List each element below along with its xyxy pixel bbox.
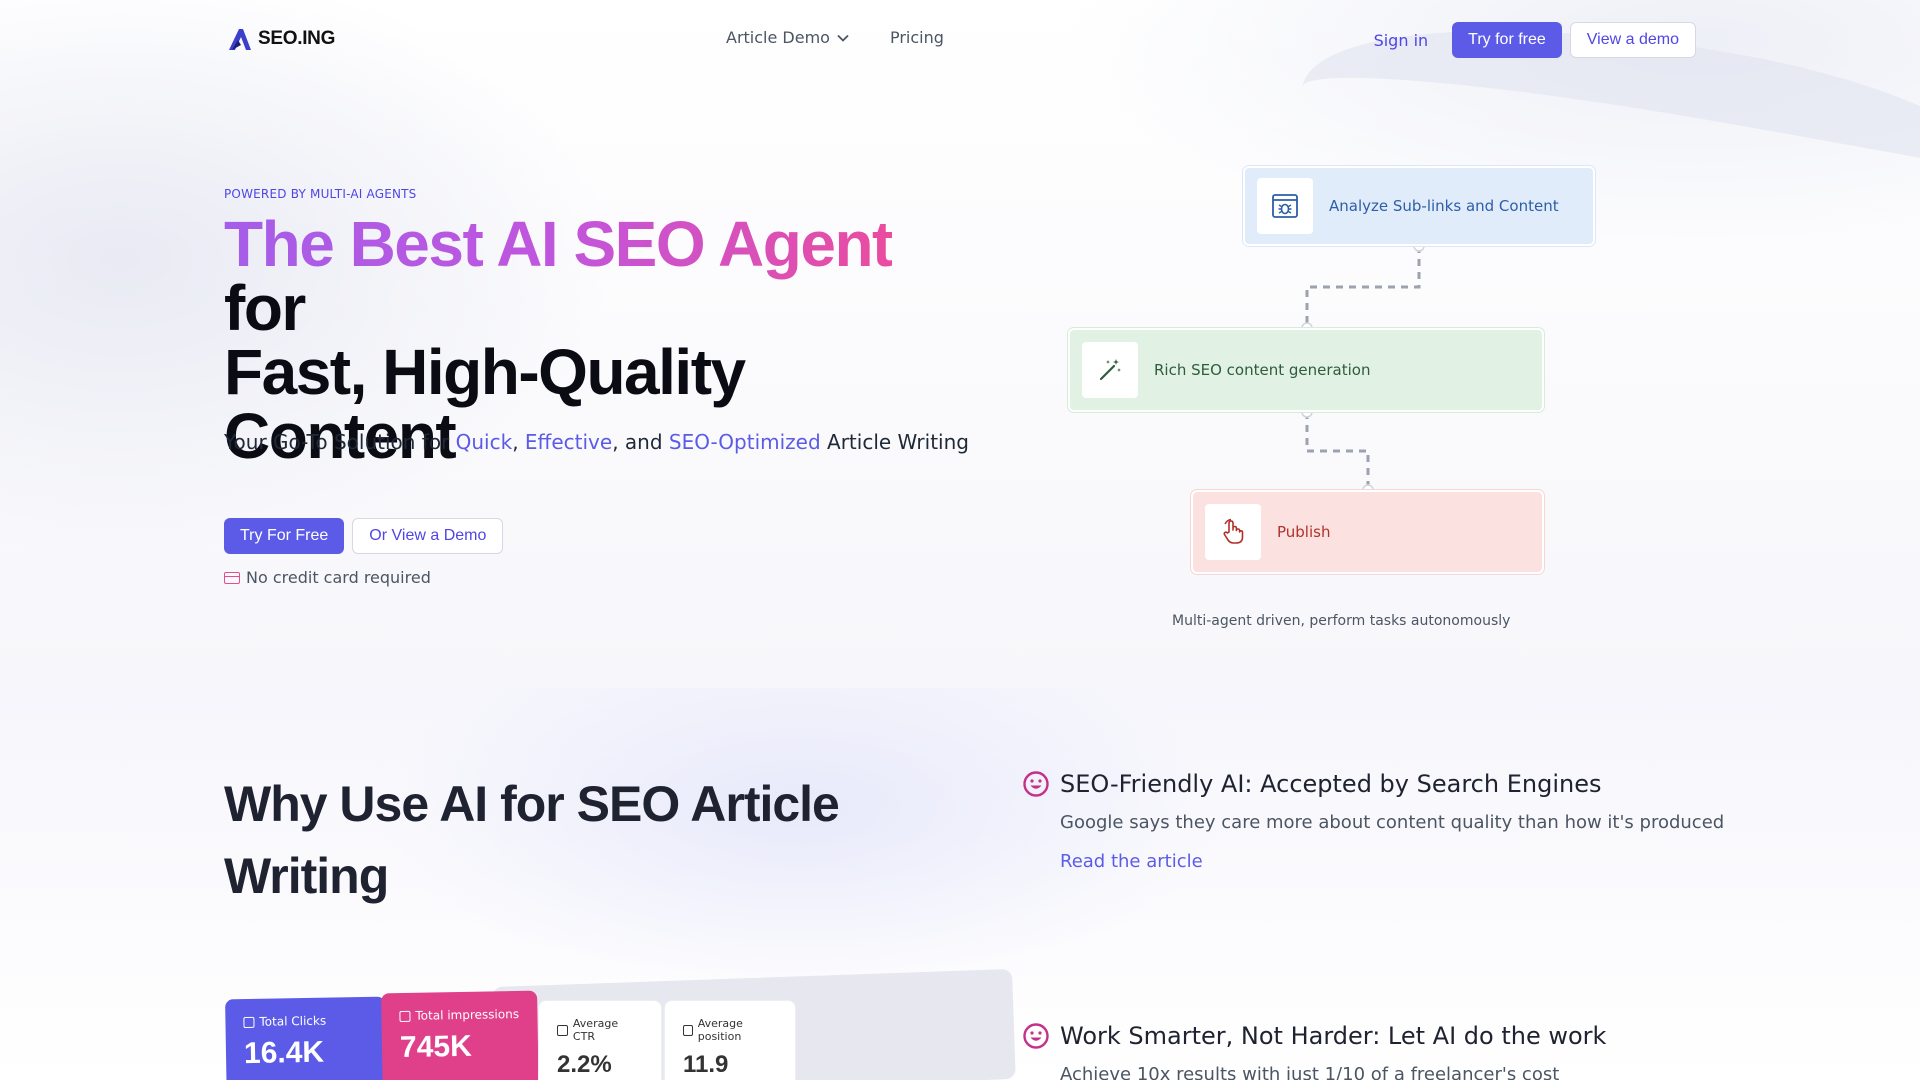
nav-pricing-label: Pricing bbox=[889, 28, 944, 47]
sub-suffix: Article Writing bbox=[820, 430, 969, 454]
try-for-free-button[interactable]: Try for free bbox=[1452, 22, 1562, 58]
sign-in-link[interactable]: Sign in bbox=[1374, 31, 1429, 50]
metrics-preview: Total Clicks 16.4K Total impressions 745… bbox=[225, 968, 1016, 1080]
flow-step-generate: Rich SEO content generation bbox=[1068, 328, 1544, 412]
feature-2-title: Work Smarter, Not Harder: Let AI do the … bbox=[1060, 1022, 1607, 1050]
flow-caption: Multi-agent driven, perform tasks autono… bbox=[1172, 613, 1511, 629]
hero-subheadline: Your Go-To Solution for Quick, Effective… bbox=[224, 430, 969, 454]
feature-1-desc: Google says they care more about content… bbox=[1060, 812, 1725, 833]
sub-quick: Quick bbox=[455, 430, 513, 454]
feature-1-heading: SEO-Friendly AI: Accepted by Search Engi… bbox=[1022, 770, 1782, 798]
sub-sep1: , bbox=[512, 430, 525, 454]
metric-value: 11.9 bbox=[683, 1051, 729, 1078]
read-article-link[interactable]: Read the article bbox=[1060, 851, 1782, 872]
browser-bug-icon bbox=[1257, 178, 1313, 234]
no-credit-card-note: No credit card required bbox=[224, 568, 431, 587]
metric-label: Total impressions bbox=[399, 1007, 519, 1023]
headline-text-1: for bbox=[224, 272, 306, 344]
metric-label: Average position bbox=[683, 1017, 777, 1043]
credit-card-icon bbox=[224, 571, 240, 584]
metric-label-text: Total impressions bbox=[415, 1006, 520, 1023]
flow-step-analyze: Analyze Sub-links and Content bbox=[1243, 166, 1595, 246]
metric-total-impressions: Total impressions 745K bbox=[381, 990, 539, 1080]
agent-flow-diagram: Analyze Sub-links and Content Rich SEO c… bbox=[1060, 160, 1620, 640]
metric-value: 2.2% bbox=[557, 1051, 612, 1078]
nav-links: Article Demo Pricing bbox=[726, 28, 944, 47]
nav-actions: Sign in Try for free View a demo bbox=[1374, 22, 1696, 58]
view-demo-button[interactable]: View a demo bbox=[1569, 22, 1696, 58]
flow-step-generate-label: Rich SEO content generation bbox=[1154, 361, 1371, 379]
logo-text: SEO.ING bbox=[258, 28, 336, 49]
feature-2-desc: Achieve 10x results with just 1/10 of a … bbox=[1060, 1064, 1560, 1080]
sub-prefix: Your Go-To Solution for bbox=[224, 430, 456, 454]
metric-label: Average CTR bbox=[557, 1017, 643, 1043]
logo-icon bbox=[229, 29, 251, 50]
feature-1-title: SEO-Friendly AI: Accepted by Search Engi… bbox=[1060, 770, 1602, 798]
flow-step-analyze-label: Analyze Sub-links and Content bbox=[1329, 197, 1559, 215]
metric-value: 16.4K bbox=[243, 1035, 325, 1071]
metric-average-ctr: Average CTR 2.2% bbox=[538, 1000, 662, 1080]
metric-label-text: Average CTR bbox=[572, 1017, 619, 1043]
metric-label-text: Total Clicks bbox=[259, 1013, 327, 1029]
headline-text-2: Fast, High-Quality bbox=[224, 336, 746, 408]
checkbox-icon bbox=[557, 1024, 568, 1036]
hero-try-free-button[interactable]: Try For Free bbox=[224, 518, 345, 554]
sub-sep2: , and bbox=[612, 430, 669, 454]
checkbox-icon bbox=[399, 1010, 411, 1022]
checkbox-icon bbox=[683, 1024, 693, 1036]
hero-cta-group: Try For Free Or View a Demo bbox=[224, 518, 504, 554]
flow-step-publish-label: Publish bbox=[1277, 523, 1331, 541]
feature-2-heading: Work Smarter, Not Harder: Let AI do the … bbox=[1022, 1022, 1782, 1050]
logo[interactable]: SEO.ING bbox=[226, 26, 335, 52]
sub-seo-optimized: SEO-Optimized bbox=[668, 430, 821, 454]
metric-value: 745K bbox=[399, 1029, 472, 1065]
hero-eyebrow: POWERED BY MULTI-AI AGENTS bbox=[224, 187, 417, 201]
why-section-title: Why Use AI for SEO Article Writing bbox=[224, 776, 840, 904]
top-nav: SEO.ING Article Demo Pricing Sign in Try… bbox=[0, 0, 1920, 80]
no-credit-card-text: No credit card required bbox=[246, 568, 431, 587]
feature-work-smarter: Work Smarter, Not Harder: Let AI do the … bbox=[1022, 1022, 1782, 1080]
nav-pricing[interactable]: Pricing bbox=[890, 28, 944, 47]
nav-article-demo[interactable]: Article Demo bbox=[726, 28, 850, 47]
metric-total-clicks: Total Clicks 16.4K bbox=[225, 996, 387, 1080]
headline-gradient-text: The Best AI SEO Agent bbox=[224, 208, 893, 280]
metric-average-position: Average position 11.9 bbox=[664, 1000, 796, 1080]
smile-icon bbox=[1023, 771, 1049, 797]
sub-effective: Effective bbox=[524, 430, 613, 454]
checkbox-icon bbox=[243, 1016, 255, 1028]
feature-seo-friendly: SEO-Friendly AI: Accepted by Search Engi… bbox=[1022, 770, 1782, 872]
flow-step-publish: Publish bbox=[1191, 490, 1544, 574]
hero-view-demo-button[interactable]: Or View a Demo bbox=[352, 518, 504, 554]
pointer-hand-icon bbox=[1205, 504, 1261, 560]
smile-icon bbox=[1023, 1023, 1049, 1049]
chevron-down-icon bbox=[837, 34, 849, 42]
nav-article-demo-label: Article Demo bbox=[726, 28, 830, 47]
metric-label: Total Clicks bbox=[243, 1013, 367, 1029]
magic-wand-icon bbox=[1082, 342, 1138, 398]
metric-label-text: Average position bbox=[697, 1017, 743, 1043]
